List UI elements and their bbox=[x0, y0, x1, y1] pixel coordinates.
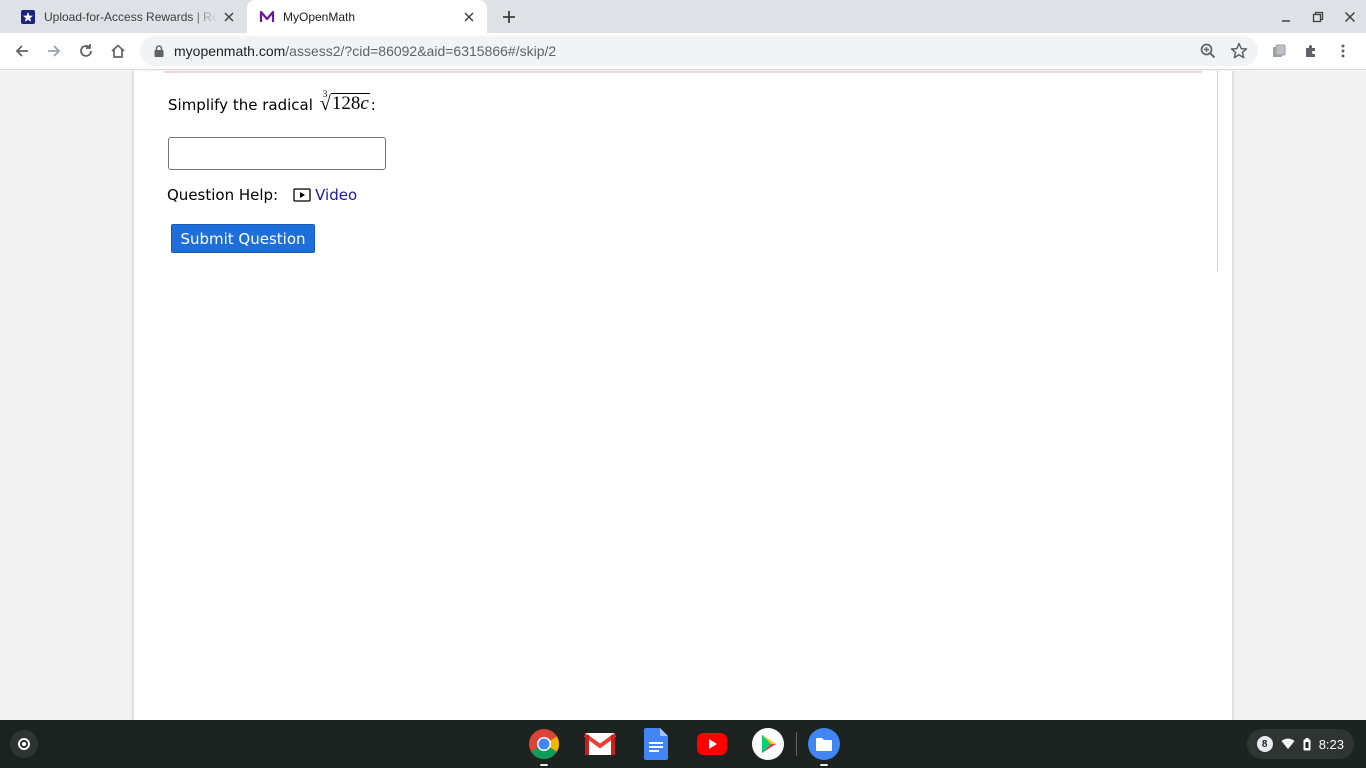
restore-button[interactable] bbox=[1302, 0, 1334, 33]
docs-app-icon[interactable] bbox=[640, 728, 672, 760]
submit-question-button[interactable]: Submit Question bbox=[171, 224, 315, 253]
browser-menu-button[interactable] bbox=[1331, 39, 1355, 63]
reload-button[interactable] bbox=[72, 37, 100, 65]
puzzle-piece-icon bbox=[1306, 45, 1315, 57]
extensions-menu-button[interactable] bbox=[1299, 39, 1323, 63]
tab-strip: Upload-for-Access Rewards | Rev MyOpenMa… bbox=[0, 0, 1366, 33]
star-shield-icon bbox=[20, 9, 36, 25]
tab-title: Upload-for-Access Rewards | Rev bbox=[44, 9, 217, 24]
arrow-left-icon bbox=[15, 45, 28, 57]
video-link[interactable]: Video bbox=[315, 186, 357, 204]
battery-icon bbox=[1303, 737, 1311, 750]
back-button[interactable] bbox=[8, 37, 36, 65]
url-domain: myopenmath.com bbox=[174, 43, 286, 59]
close-tab-icon[interactable] bbox=[457, 5, 481, 29]
radicand-variable: c bbox=[360, 93, 369, 114]
clock-time: 8:23 bbox=[1318, 736, 1344, 752]
extension-button[interactable] bbox=[1267, 39, 1291, 63]
plus-icon bbox=[503, 11, 515, 23]
files-app-icon[interactable] bbox=[808, 728, 840, 766]
myopenmath-m-icon bbox=[259, 9, 275, 25]
url-text[interactable]: myopenmath.com/assess2/?cid=86092&aid=63… bbox=[174, 43, 556, 59]
browser-toolbar: myopenmath.com/assess2/?cid=86092&aid=63… bbox=[0, 33, 1366, 70]
question-panel-border bbox=[1217, 71, 1218, 271]
address-bar[interactable]: myopenmath.com/assess2/?cid=86092&aid=63… bbox=[140, 36, 1258, 66]
os-shelf: 8 8:23 bbox=[0, 720, 1366, 768]
video-icon[interactable] bbox=[293, 188, 311, 202]
assessment-container: Simplify the radical 3 √ 128c : Question… bbox=[132, 71, 1234, 720]
youtube-app-icon[interactable] bbox=[696, 728, 728, 760]
zoom-icon[interactable] bbox=[1198, 41, 1218, 61]
restore-icon bbox=[1312, 11, 1324, 22]
home-button[interactable] bbox=[104, 37, 132, 65]
kebab-menu-icon bbox=[1341, 44, 1345, 58]
window-controls bbox=[1270, 0, 1366, 33]
new-tab-button[interactable] bbox=[496, 4, 522, 30]
question-divider bbox=[164, 71, 1202, 73]
minimize-icon bbox=[1282, 19, 1290, 22]
question-suffix: : bbox=[370, 95, 376, 114]
close-tab-icon[interactable] bbox=[217, 5, 241, 29]
status-tray[interactable]: 8 8:23 bbox=[1246, 729, 1354, 759]
radicand-number: 128 bbox=[331, 93, 361, 114]
notification-count-badge: 8 bbox=[1256, 736, 1273, 752]
bookmark-star-icon[interactable] bbox=[1229, 41, 1249, 61]
question-help: Question Help: Video bbox=[167, 186, 357, 204]
question-text: Simplify the radical 3 √ 128c : bbox=[168, 89, 376, 114]
question-help-label: Question Help: bbox=[167, 186, 279, 204]
cube-root-expression: 3 √ 128c bbox=[320, 89, 370, 114]
launcher-icon bbox=[18, 738, 30, 750]
close-icon bbox=[1344, 11, 1356, 22]
radical-index: 3 bbox=[322, 89, 328, 99]
running-indicator bbox=[540, 764, 548, 766]
answer-input[interactable] bbox=[168, 137, 386, 170]
extension-stack-icon bbox=[1273, 44, 1286, 57]
wifi-icon bbox=[1281, 738, 1295, 749]
chrome-app-icon[interactable] bbox=[528, 728, 560, 766]
radicand: 128c bbox=[330, 93, 370, 114]
arrow-right-icon bbox=[48, 45, 61, 57]
lock-icon bbox=[154, 45, 164, 57]
close-window-button[interactable] bbox=[1334, 0, 1366, 33]
shelf-separator bbox=[796, 732, 797, 756]
launcher-button[interactable] bbox=[10, 730, 38, 758]
tab-title: MyOpenMath bbox=[283, 9, 356, 24]
home-icon bbox=[111, 44, 125, 58]
page-viewport: Simplify the radical 3 √ 128c : Question… bbox=[0, 71, 1366, 720]
tab-upload-rewards[interactable]: Upload-for-Access Rewards | Rev bbox=[8, 0, 247, 33]
forward-button[interactable] bbox=[40, 37, 68, 65]
question-prompt: Simplify the radical bbox=[168, 95, 313, 114]
minimize-button[interactable] bbox=[1270, 0, 1302, 33]
running-indicator bbox=[820, 764, 828, 766]
url-path: /assess2/?cid=86092&aid=6315866#/skip/2 bbox=[285, 43, 557, 59]
gmail-app-icon[interactable] bbox=[584, 728, 616, 760]
play-store-app-icon[interactable] bbox=[752, 728, 784, 760]
reload-icon bbox=[80, 44, 92, 57]
tab-myopenmath[interactable]: MyOpenMath bbox=[247, 0, 487, 33]
